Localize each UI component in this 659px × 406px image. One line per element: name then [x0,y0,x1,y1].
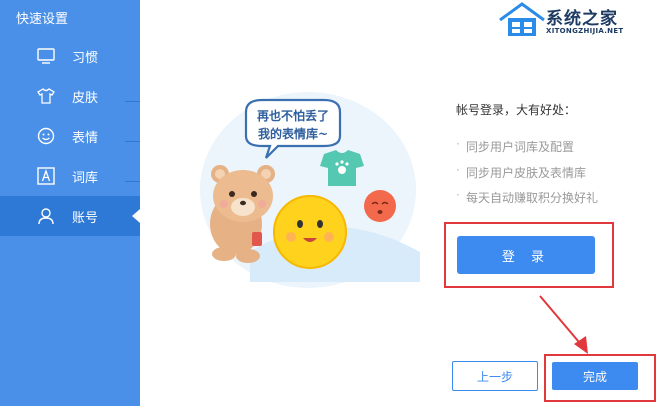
orange-ball [364,190,396,222]
sidebar: 快速设置 习惯 皮肤 表情 词库 账号 [0,0,140,406]
sidebar-item-lexicon[interactable]: 词库 [0,156,140,196]
sidebar-item-habit[interactable]: 习惯 [0,36,140,76]
smiley-icon [36,126,56,146]
mascot-illustration: 再也不怕丢了 我的表情库~ [200,92,420,288]
active-pointer [132,209,140,223]
benefit-item: 同步用户词库及配置 [456,137,574,155]
sidebar-item-label: 词库 [72,170,99,186]
yellow-smiley [273,195,347,269]
bubble-line1: 再也不怕丢了 [257,108,329,123]
red-arrow-annotation [539,295,588,354]
benefit-item: 同步用户皮肤及表情库 [456,163,586,181]
done-button[interactable]: 完成 [552,362,638,390]
house-logo-icon [499,2,545,36]
sidebar-item-skin[interactable]: 皮肤 [0,76,140,116]
benefit-item: 每天自动赚取积分换好礼 [456,188,598,206]
prev-step-button[interactable]: 上一步 [452,361,538,391]
sidebar-title: 快速设置 [16,12,69,27]
sidebar-item-label: 皮肤 [72,90,99,106]
sidebar-item-label: 习惯 [72,50,99,66]
brand-logo: 系统之家 XITONGZHIJIA.NET [496,0,656,44]
sidebar-item-label: 表情 [72,130,99,146]
brand-domain: XITONGZHIJIA.NET [546,27,624,35]
sidebar-item-account[interactable]: 账号 [0,196,140,236]
user-icon [36,206,56,226]
sidebar-item-emoji[interactable]: 表情 [0,116,140,156]
main-panel: 系统之家 XITONGZHIJIA.NET 再也不怕丢了 我的表情库~ 帐号登录… [140,0,659,406]
tshirt-icon [36,86,56,106]
brand-name: 系统之家 [546,9,618,29]
benefits-heading: 帐号登录，大有好处： [456,103,577,117]
monitor-icon [36,46,56,66]
sidebar-item-label: 账号 [72,210,99,226]
letter-a-icon [36,166,56,186]
bubble-line2: 我的表情库~ [258,126,328,141]
login-button[interactable]: 登 录 [457,236,595,274]
